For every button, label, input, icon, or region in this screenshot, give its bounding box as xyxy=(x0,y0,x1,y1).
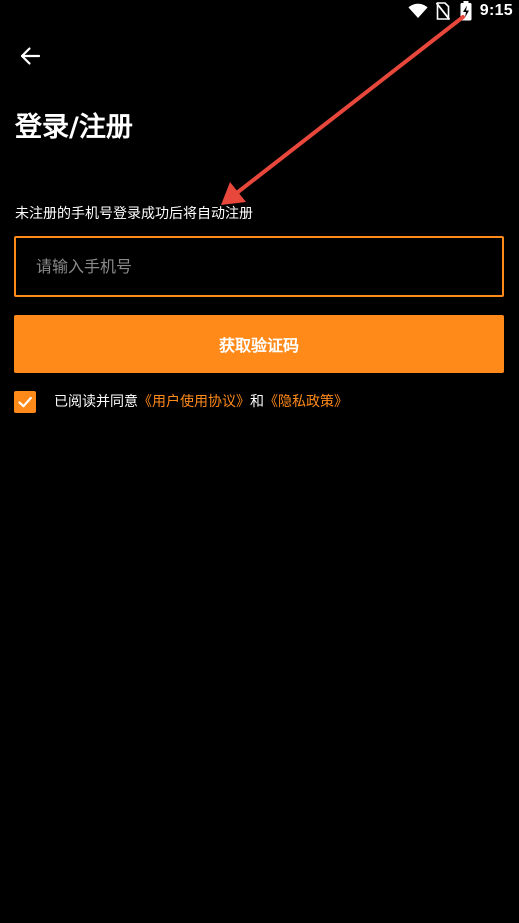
privacy-policy-link[interactable]: 《隐私政策》 xyxy=(264,394,348,410)
agreement-text: 已阅读并同意《用户使用协议》和《隐私政策》 xyxy=(54,391,348,413)
no-sim-icon xyxy=(435,2,450,20)
arrow-left-icon xyxy=(20,47,41,65)
agreement-and: 和 xyxy=(250,394,264,410)
back-button[interactable] xyxy=(10,36,50,76)
checkmark-icon xyxy=(18,396,32,408)
status-bar: 9:15 xyxy=(0,0,519,22)
user-agreement-link[interactable]: 《用户使用协议》 xyxy=(138,394,250,410)
page-title: 登录/注册 xyxy=(15,112,133,143)
agreement-checkbox[interactable] xyxy=(14,391,36,413)
battery-charging-icon xyxy=(460,1,472,21)
phone-input-container xyxy=(14,236,504,297)
status-time: 9:15 xyxy=(479,2,513,19)
get-code-button[interactable]: 获取验证码 xyxy=(14,315,504,373)
agreement-prefix: 已阅读并同意 xyxy=(54,394,138,410)
wifi-icon xyxy=(408,3,428,18)
status-icons: 9:15 xyxy=(408,0,513,22)
agreement-row: 已阅读并同意《用户使用协议》和《隐私政策》 xyxy=(14,390,348,414)
phone-input[interactable] xyxy=(16,238,502,295)
auto-register-hint: 未注册的手机号登录成功后将自动注册 xyxy=(15,206,253,222)
